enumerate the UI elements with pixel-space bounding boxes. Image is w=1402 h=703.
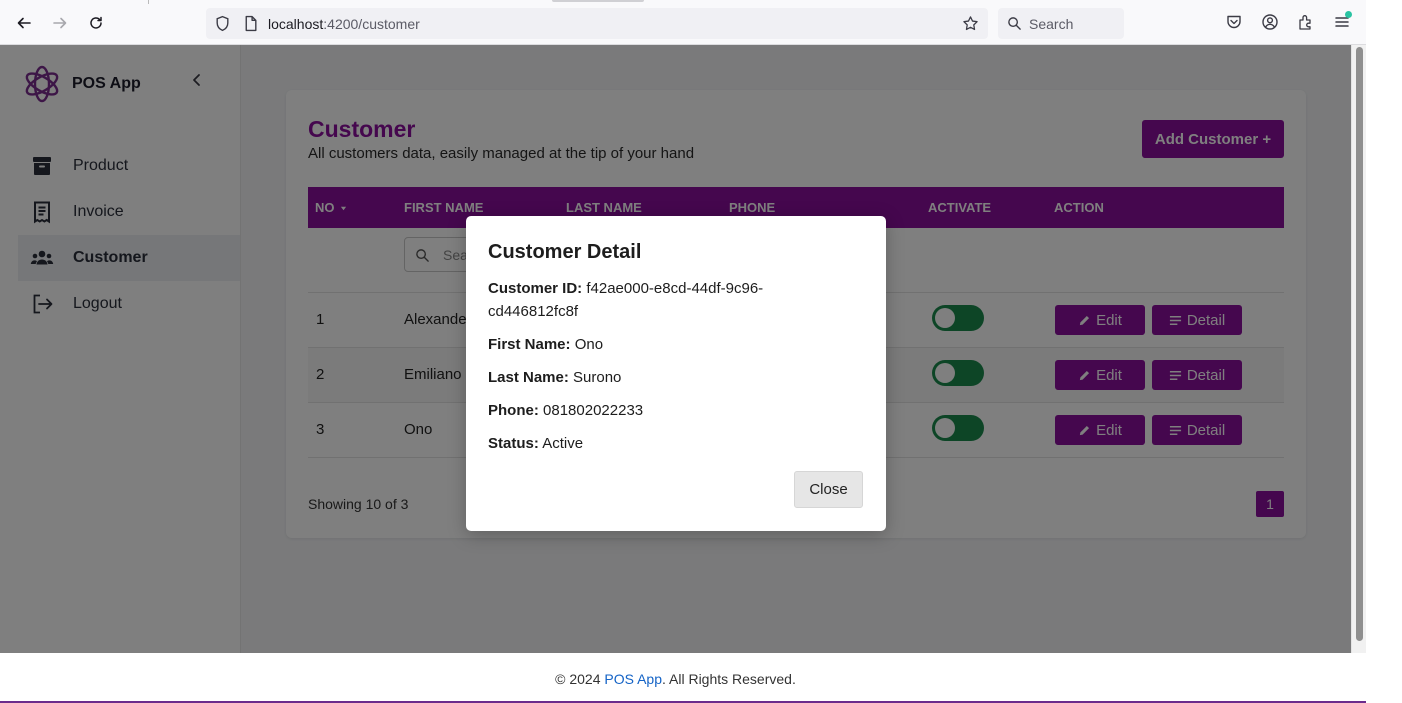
browser-search-placeholder: Search	[1029, 16, 1074, 32]
detail-label: Last Name:	[488, 369, 569, 386]
update-badge	[1345, 11, 1352, 18]
close-button[interactable]: Close	[794, 471, 863, 508]
tab-divider	[148, 0, 149, 4]
search-icon	[1008, 17, 1021, 30]
site-footer: © 2024 POS App. All Rights Reserved.	[0, 653, 1351, 701]
detail-first-name: First Name: Ono	[488, 333, 808, 356]
url-path: :4200/customer	[323, 16, 420, 32]
detail-last-name: Last Name: Surono	[488, 366, 808, 389]
url-host: localhost	[268, 16, 324, 32]
detail-customer-id: Customer ID: f42ae000-e8cd-44df-9c96-cd4…	[488, 277, 808, 323]
detail-value: 081802022233	[543, 402, 644, 419]
bookmark-star-icon[interactable]	[962, 15, 979, 32]
arrow-left-icon	[17, 17, 31, 29]
browser-search-field[interactable]: Search	[998, 8, 1124, 39]
pocket-icon[interactable]	[1225, 13, 1243, 31]
detail-label: First Name:	[488, 336, 571, 353]
detail-value: Ono	[574, 336, 604, 353]
reload-icon	[90, 16, 102, 29]
extensions-icon[interactable]	[1297, 13, 1315, 31]
shield-icon[interactable]	[214, 15, 231, 32]
arrow-right-icon	[53, 17, 67, 29]
detail-label: Phone:	[488, 402, 539, 419]
back-button[interactable]	[11, 10, 37, 36]
detail-value: Active	[542, 435, 584, 452]
footer-brand-link[interactable]: POS App	[604, 671, 662, 687]
page-icon[interactable]	[242, 15, 259, 32]
app-viewport: POS App Product Invoice Customer Logout …	[0, 45, 1351, 653]
footer-suffix: . All Rights Reserved.	[662, 671, 796, 687]
customer-detail-modal: Customer Detail Customer ID: f42ae000-e8…	[466, 216, 886, 531]
detail-label: Customer ID:	[488, 280, 583, 297]
detail-status: Status: Active	[488, 432, 808, 455]
scrollbar-thumb[interactable]	[1356, 47, 1363, 641]
detail-value: Surono	[573, 369, 622, 386]
modal-title: Customer Detail	[488, 241, 642, 263]
detail-phone: Phone: 081802022233	[488, 399, 808, 422]
address-bar[interactable]: localhost:4200/customer	[206, 8, 988, 39]
account-icon[interactable]	[1261, 13, 1279, 31]
reload-button[interactable]	[83, 10, 109, 36]
url-text[interactable]: localhost:4200/customer	[268, 16, 420, 32]
window-margin	[1366, 0, 1402, 703]
page-scrollbar[interactable]	[1351, 45, 1366, 653]
forward-button[interactable]	[47, 10, 73, 36]
tab-indicator	[552, 0, 644, 2]
browser-toolbar: localhost:4200/customer Search	[0, 0, 1366, 45]
footer-prefix: © 2024	[555, 671, 605, 687]
detail-label: Status:	[488, 435, 539, 452]
modal-body: Customer ID: f42ae000-e8cd-44df-9c96-cd4…	[488, 277, 808, 465]
